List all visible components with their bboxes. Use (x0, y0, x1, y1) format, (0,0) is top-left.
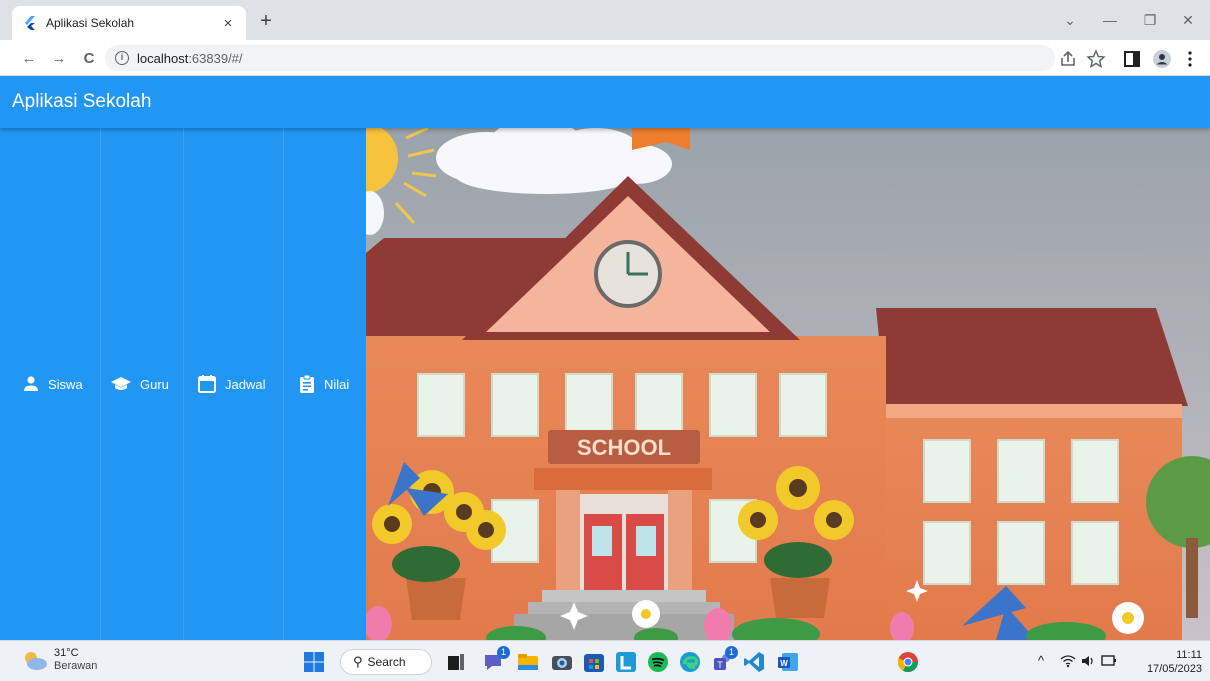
share-icon[interactable] (1058, 49, 1078, 69)
search-icon: ⚲ (353, 654, 363, 669)
microsoft-store-icon[interactable] (582, 650, 606, 674)
windows-taskbar: 31°C Berawan ⚲ Search 1 T 1 W ^ 11:11 17… (0, 640, 1210, 681)
nav-divider (183, 128, 184, 640)
show-hidden-icons-icon[interactable]: ^ (1038, 653, 1044, 668)
reload-button[interactable]: C (78, 48, 100, 70)
clock-date: 17/05/2023 (1146, 663, 1202, 675)
browser-tab[interactable]: Aplikasi Sekolah × (12, 6, 246, 40)
nav-label-jadwal: Jadwal (225, 376, 266, 392)
clipboard-icon (300, 374, 314, 393)
close-window-button[interactable]: ✕ (1172, 8, 1204, 32)
svg-text:W: W (780, 659, 788, 668)
flutter-favicon-icon (25, 16, 35, 30)
school-cap-icon (111, 377, 131, 390)
site-info-icon[interactable]: i (115, 51, 129, 65)
new-tab-button[interactable]: + (254, 9, 278, 33)
word-icon[interactable]: W (776, 650, 800, 674)
nav-label-guru: Guru (140, 376, 169, 392)
clock-time: 11:11 (1176, 649, 1202, 661)
chat-badge: 1 (497, 646, 510, 659)
taskbar-search[interactable]: ⚲ Search (340, 649, 432, 675)
tab-close-icon[interactable]: × (220, 15, 236, 32)
tab-title: Aplikasi Sekolah (46, 16, 135, 30)
battery-icon[interactable] (1100, 653, 1118, 669)
teams-chat-icon[interactable]: 1 (482, 646, 510, 674)
person-icon (24, 376, 38, 391)
app-l-icon[interactable] (614, 650, 638, 674)
nav-item-jadwal[interactable]: Jadwal (197, 372, 265, 396)
address-bar[interactable]: i localhost:63839/#/ (105, 45, 1055, 71)
restore-button[interactable]: ❐ (1134, 8, 1166, 32)
teams-icon[interactable]: T 1 (710, 646, 738, 674)
teams-badge: 1 (725, 646, 738, 659)
nav-label-nilai: Nilai (324, 376, 350, 392)
bookmark-star-icon[interactable] (1086, 49, 1106, 69)
app-title: Aplikasi Sekolah (12, 91, 152, 112)
url-host: localhost (137, 50, 189, 66)
wifi-icon[interactable] (1060, 653, 1076, 669)
url-path: :63839/#/ (188, 50, 243, 66)
taskbar-search-label: Search (367, 655, 406, 669)
cloudy-weather-icon (25, 652, 47, 670)
weather-widget[interactable]: 31°C Berawan (22, 647, 97, 673)
nav-divider (283, 128, 284, 640)
back-button[interactable]: ← (18, 48, 40, 70)
svg-text:T: T (717, 660, 723, 670)
browser-toolbar: ← → C i localhost:63839/#/ (0, 40, 1210, 76)
weather-condition: Berawan (54, 660, 98, 672)
minimize-button[interactable]: — (1094, 8, 1126, 32)
screen: Aplikasi Sekolah × + ⌄ — ❐ ✕ ← → C i loc… (0, 0, 1210, 681)
nav-item-guru[interactable]: Guru (110, 372, 169, 396)
nav-label-siswa: Siswa (48, 376, 83, 392)
menu-kebab-icon[interactable] (1180, 49, 1200, 69)
edge-browser-icon[interactable] (678, 650, 702, 674)
calendar-icon (198, 375, 216, 393)
task-view-icon[interactable] (444, 650, 468, 674)
vscode-icon[interactable] (742, 650, 766, 674)
school-illustration: SCHOOL (366, 128, 1210, 640)
profile-avatar-icon[interactable] (1152, 49, 1172, 69)
app-bar: Aplikasi Sekolah (0, 76, 1210, 128)
chrome-icon[interactable] (896, 650, 920, 674)
forward-button[interactable]: → (48, 48, 70, 70)
system-clock[interactable]: 11:11 17/05/2023 (1136, 648, 1202, 676)
tab-search-icon[interactable]: ⌄ (1054, 8, 1086, 32)
volume-icon[interactable] (1080, 653, 1096, 669)
file-explorer-icon[interactable] (516, 650, 540, 674)
nav-item-nilai[interactable]: Nilai (298, 372, 349, 396)
side-panel-icon[interactable] (1122, 49, 1142, 69)
windows-start-icon[interactable] (302, 650, 326, 674)
weather-temperature: 31°C (54, 647, 79, 659)
school-sign-text: SCHOOL (577, 435, 671, 460)
camera-icon[interactable] (550, 650, 574, 674)
nav-item-siswa[interactable]: Siswa (22, 372, 83, 396)
browser-tab-strip: Aplikasi Sekolah × + ⌄ — ❐ ✕ (0, 0, 1210, 40)
app-body: Siswa Guru Jadwal Nilai SCHOOL (0, 128, 1210, 640)
spotify-icon[interactable] (646, 650, 670, 674)
nav-rail: Siswa Guru Jadwal Nilai (0, 128, 366, 640)
nav-divider (100, 128, 101, 640)
